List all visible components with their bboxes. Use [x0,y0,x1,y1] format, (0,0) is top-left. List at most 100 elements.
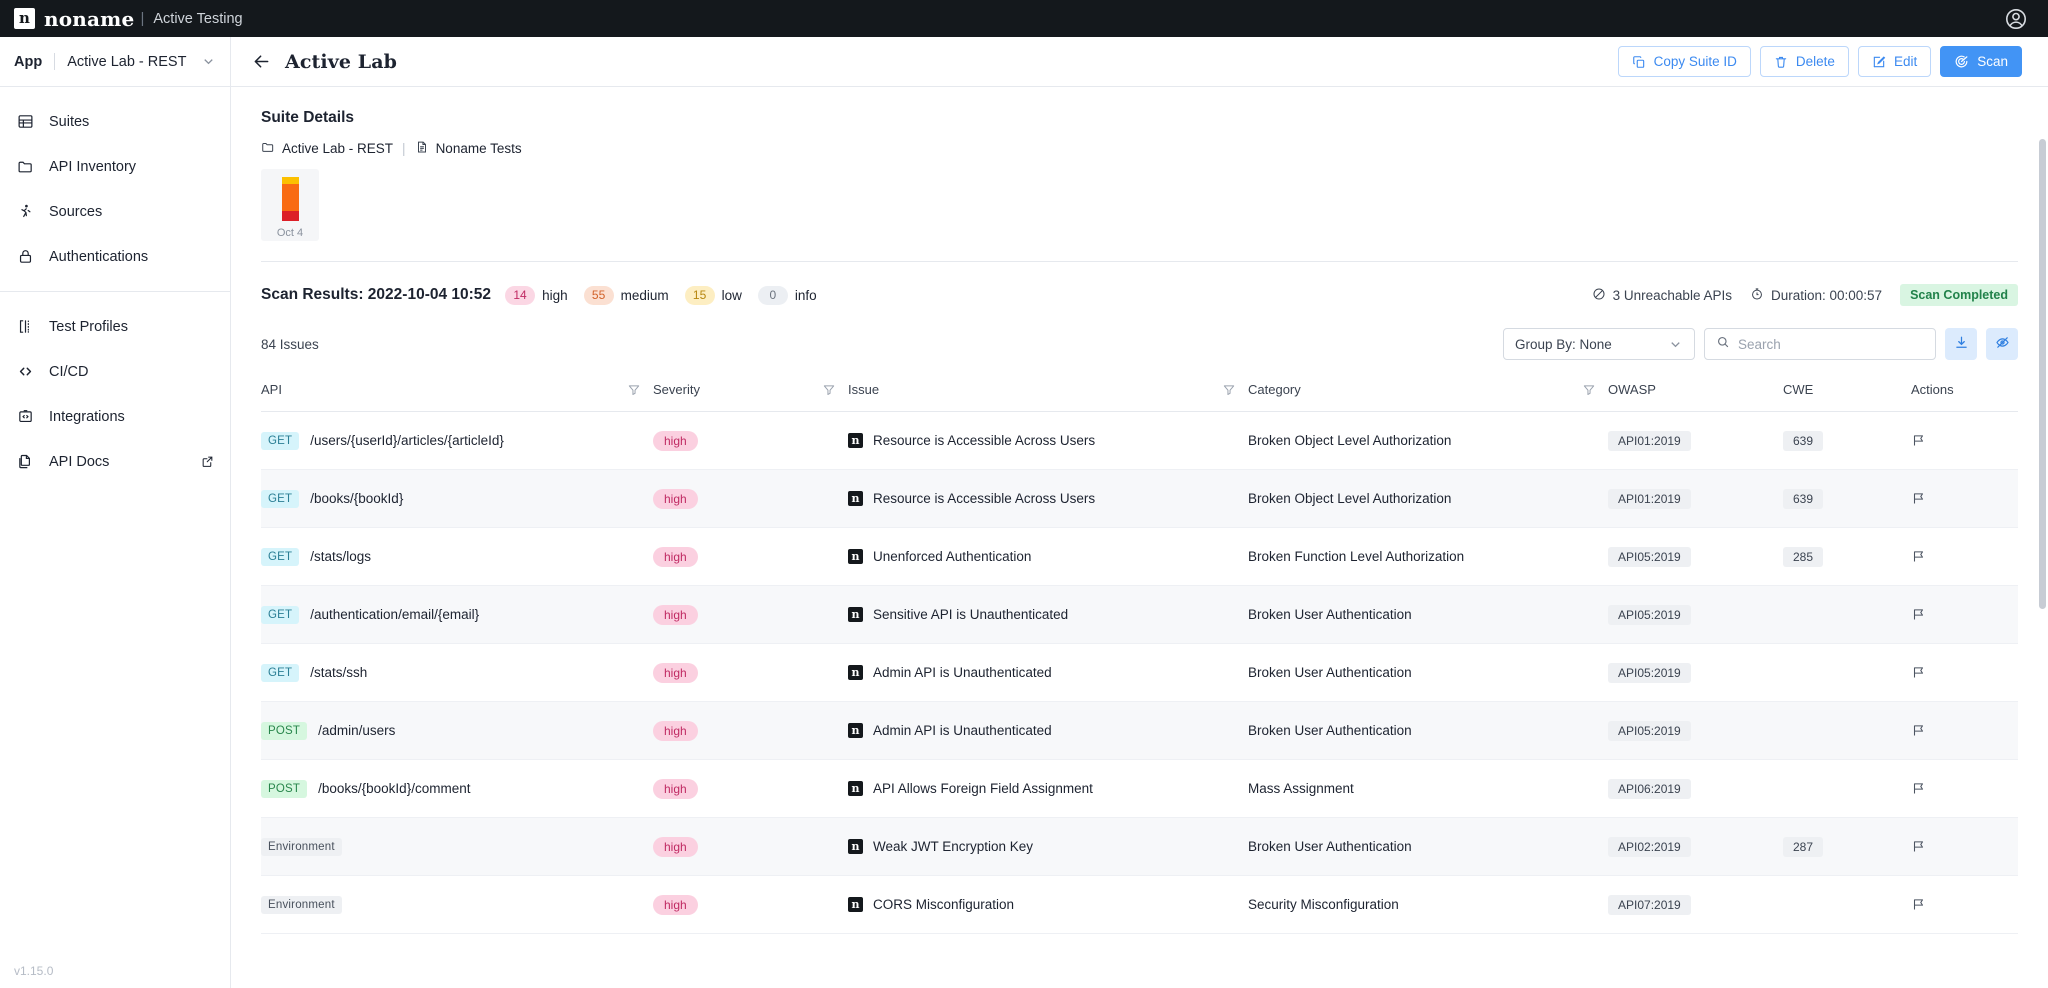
table-header-row: API Severity Issue Category OWASP CWE Ac… [261,368,2018,412]
noname-issue-icon: n [848,491,863,506]
filter-icon[interactable] [627,383,641,397]
sidebar-item-authentications[interactable]: Authentications [0,234,230,279]
button-label: Delete [1795,54,1835,69]
integrations-icon [16,407,35,426]
flag-icon[interactable] [1911,549,1926,564]
category-label: Mass Assignment [1248,781,1354,796]
cell-actions [1903,491,2018,506]
cell-category: Broken User Authentication [1248,665,1608,680]
issue-name: Sensitive API is Unauthenticated [873,607,1069,622]
cell-owasp: API05:2019 [1608,604,1783,625]
breadcrumb-item-app[interactable]: Active Lab - REST [261,140,393,157]
filter-icon[interactable] [1222,383,1236,397]
test-profiles-icon [16,317,35,336]
sidebar-item-api-inventory[interactable]: API Inventory [0,144,230,189]
cell-cwe: 639 [1783,488,1903,509]
severity-badge: high [653,430,698,451]
column-header-owasp[interactable]: OWASP [1608,382,1783,397]
table-row[interactable]: Environment high n Weak JWT Encryption Key B… [261,818,2018,876]
suites-icon [16,112,35,131]
scan-button[interactable]: Scan [1940,46,2022,77]
scan-history-item[interactable]: Oct 4 [261,169,319,241]
column-header-issue[interactable]: Issue [848,382,1248,397]
flag-icon[interactable] [1911,607,1926,622]
download-button[interactable] [1945,328,1977,360]
arrow-left-icon[interactable] [251,51,272,72]
delete-button[interactable]: Delete [1759,46,1849,77]
issue-name: API Allows Foreign Field Assignment [873,781,1093,796]
sidebar-item-cicd[interactable]: CI/CD [0,349,230,394]
search-box[interactable] [1704,328,1936,360]
severity-badge: high [653,720,698,741]
table-body: GET/users/{userId}/articles/{articleId} h… [261,412,2018,934]
column-header-category[interactable]: Category [1248,382,1608,397]
cell-api: POST/admin/users [261,721,653,740]
flag-icon[interactable] [1911,491,1926,506]
brand[interactable]: n noname [14,7,134,31]
cwe-tag: 285 [1783,546,1824,567]
table-row[interactable]: GET/users/{userId}/articles/{articleId} h… [261,412,2018,470]
issue-name: Resource is Accessible Across Users [873,491,1096,506]
vertical-scrollbar[interactable] [2039,139,2046,609]
table-row[interactable]: GET/stats/logs high n Unenforced Authentica… [261,528,2018,586]
app-root: n noname | Active Testing App Active Lab… [0,0,2048,988]
breadcrumb-item-tests[interactable]: Noname Tests [415,140,522,157]
flag-icon[interactable] [1911,723,1926,738]
table-row[interactable]: POST/books/{bookId}/comment high n API Allo… [261,760,2018,818]
table-row[interactable]: GET/authentication/email/{email} high n Sen… [261,586,2018,644]
edit-button[interactable]: Edit [1857,46,1932,77]
filter-icon[interactable] [822,383,836,397]
sidebar-group-1: Suites API Inventory Sources Authenticat… [0,87,230,291]
app-selector[interactable]: App Active Lab - REST [0,37,230,87]
chevron-down-icon [1668,337,1683,352]
sidebar-item-api-docs[interactable]: API Docs [0,439,230,484]
sidebar-item-sources[interactable]: Sources [0,189,230,234]
sidebar-item-integrations[interactable]: Integrations [0,394,230,439]
filter-icon[interactable] [1582,383,1596,397]
table-row[interactable]: GET/books/{bookId} high n Resource is Acces… [261,470,2018,528]
severity-count: 0 [757,285,788,305]
chevron-down-icon [201,54,216,69]
column-header-api[interactable]: API [261,382,653,397]
top-bar: n noname | Active Testing [0,0,2048,37]
cell-api: Environment [261,895,653,914]
folder-icon [16,157,35,176]
cell-owasp: API05:2019 [1608,720,1783,741]
copy-suite-id-button[interactable]: Copy Suite ID [1617,46,1751,77]
group-by-select[interactable]: Group By: None [1503,328,1695,360]
http-method-badge: GET [261,547,300,566]
flag-icon[interactable] [1911,897,1926,912]
api-path: /users/{userId}/articles/{articleId} [310,433,504,448]
column-label: Category [1248,382,1301,397]
hide-columns-button[interactable] [1986,328,2018,360]
noname-issue-icon: n [848,723,863,738]
cell-category: Security Misconfiguration [1248,897,1608,912]
user-circle-icon[interactable] [2004,7,2028,31]
http-method-badge: Environment [261,895,342,914]
severity-count: 15 [684,285,715,305]
cell-actions [1903,665,2018,680]
issue-name: Admin API is Unauthenticated [873,665,1052,680]
column-label: Severity [653,382,700,397]
table-row[interactable]: POST/admin/users high n Admin API is Unauth… [261,702,2018,760]
category-label: Broken User Authentication [1248,665,1412,680]
column-header-severity[interactable]: Severity [653,382,848,397]
flag-icon[interactable] [1911,839,1926,854]
flag-icon[interactable] [1911,781,1926,796]
severity-badge: high [653,546,698,567]
table-row[interactable]: Environment high n CORS Misconfiguration Sec… [261,876,2018,934]
flag-icon[interactable] [1911,433,1926,448]
sidebar-item-test-profiles[interactable]: Test Profiles [0,304,230,349]
trash-icon [1774,55,1788,69]
column-label: Actions [1911,382,1954,397]
category-label: Broken User Authentication [1248,607,1412,622]
cell-severity: high [653,894,848,915]
severity-badge: high [653,778,698,799]
flag-icon[interactable] [1911,665,1926,680]
table-row[interactable]: GET/stats/ssh high n Admin API is Unauthent… [261,644,2018,702]
search-input[interactable] [1738,336,1924,352]
cell-issue: n Admin API is Unauthenticated [848,665,1248,680]
column-header-cwe[interactable]: CWE [1783,382,1903,397]
cell-cwe: 285 [1783,546,1903,567]
sidebar-item-suites[interactable]: Suites [0,99,230,144]
